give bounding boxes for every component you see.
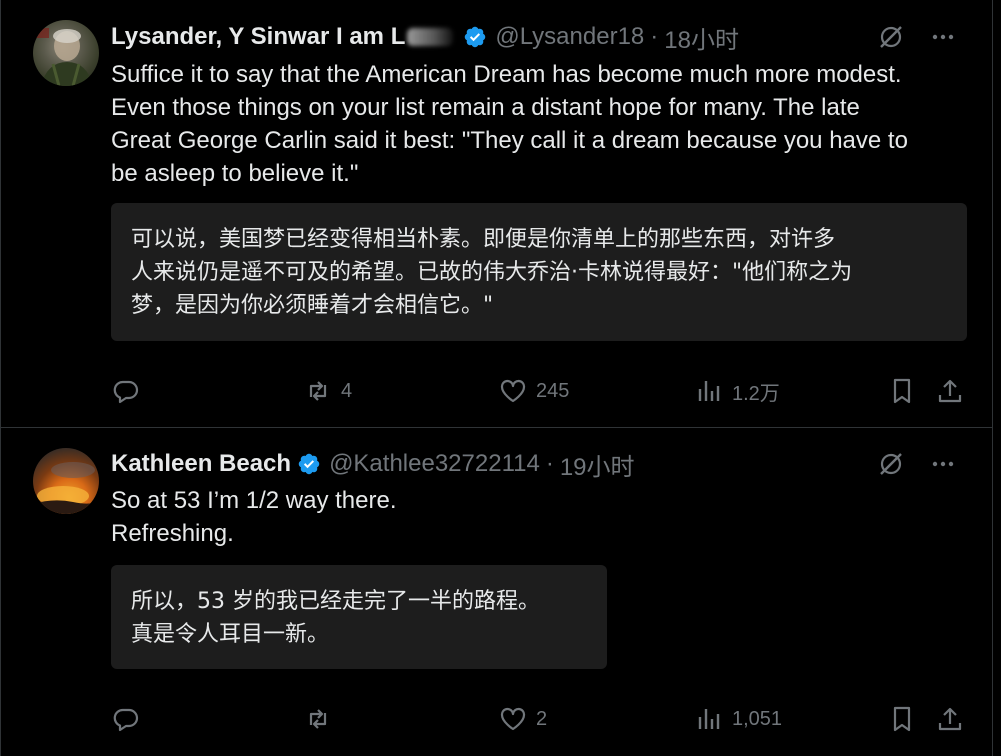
author-name[interactable]: Lysander, Y Sinwar I am L — [111, 23, 405, 51]
like-button[interactable]: 245 — [498, 376, 569, 406]
separator-dot: · — [545, 450, 554, 477]
repost-count: 4 — [341, 379, 353, 402]
repost-button[interactable] — [303, 704, 341, 734]
blurred-name-fragment — [407, 28, 454, 46]
timeline-feed: Lysander, Y Sinwar I am L @Lysander18 · … — [0, 0, 993, 756]
views-button[interactable]: 1,051 — [694, 704, 782, 734]
separator-dot: · — [650, 23, 659, 50]
more-icon[interactable] — [928, 22, 958, 52]
share-button[interactable] — [935, 376, 965, 406]
tweet-header: Lysander, Y Sinwar I am L @Lysander18 · … — [111, 20, 958, 55]
repost-icon — [309, 709, 327, 729]
tweet-text: Suffice it to say that the American Drea… — [111, 61, 908, 187]
reply-icon — [113, 380, 139, 404]
grok-icon[interactable] — [876, 22, 906, 52]
like-icon — [500, 379, 526, 403]
tweet-header: Kathleen Beach @Kathlee32722114 · 19小时 — [111, 447, 958, 482]
reply-button[interactable] — [111, 704, 149, 734]
author-handle[interactable]: @Lysander18 — [495, 23, 644, 51]
reply-icon — [113, 708, 139, 732]
views-count: 1,051 — [732, 707, 783, 730]
views-count: 1.2万 — [732, 382, 780, 405]
reply-button[interactable] — [111, 376, 149, 406]
timestamp[interactable]: 19小时 — [560, 447, 635, 482]
views-button[interactable]: 1.2万 — [694, 376, 780, 406]
bookmark-button[interactable] — [887, 376, 917, 406]
repost-button[interactable]: 4 — [303, 376, 352, 406]
avatar[interactable] — [33, 448, 99, 514]
bookmark-button[interactable] — [887, 704, 917, 734]
like-button[interactable]: 2 — [498, 704, 547, 734]
verified-badge-icon — [465, 26, 486, 48]
action-bar: 4 245 1.2万 — [111, 376, 962, 406]
repost-icon — [309, 381, 327, 401]
timestamp[interactable]: 18小时 — [664, 20, 739, 55]
author-name[interactable]: Kathleen Beach — [111, 450, 291, 478]
share-icon — [938, 379, 962, 403]
action-bar: 2 1,051 — [111, 704, 962, 734]
share-button[interactable] — [935, 704, 965, 734]
bookmark-icon — [893, 378, 911, 404]
like-count: 245 — [536, 379, 570, 402]
views-icon — [698, 709, 720, 729]
like-icon — [500, 707, 526, 731]
tweet-text: So at 53 I’m 1/2 way there. Refreshing. — [111, 487, 397, 547]
avatar[interactable] — [33, 20, 99, 86]
translation-box: 可以说，美国梦已经变得相当朴素。即便是你清单上的那些东西，对许多 人来说仍是遥不… — [111, 203, 967, 341]
views-icon — [698, 381, 720, 401]
bookmark-icon — [893, 706, 911, 732]
like-count: 2 — [536, 707, 548, 730]
tweet[interactable]: Kathleen Beach @Kathlee32722114 · 19小时 S… — [1, 429, 992, 756]
grok-icon[interactable] — [876, 449, 906, 479]
author-handle[interactable]: @Kathlee32722114 — [329, 450, 540, 478]
verified-badge-icon — [298, 453, 320, 475]
tweet[interactable]: Lysander, Y Sinwar I am L @Lysander18 · … — [1, 0, 992, 428]
more-icon[interactable] — [928, 449, 958, 479]
share-icon — [938, 707, 962, 731]
translation-box: 所以，53 岁的我已经走完了一半的路程。 真是令人耳目一新。 — [111, 565, 607, 669]
